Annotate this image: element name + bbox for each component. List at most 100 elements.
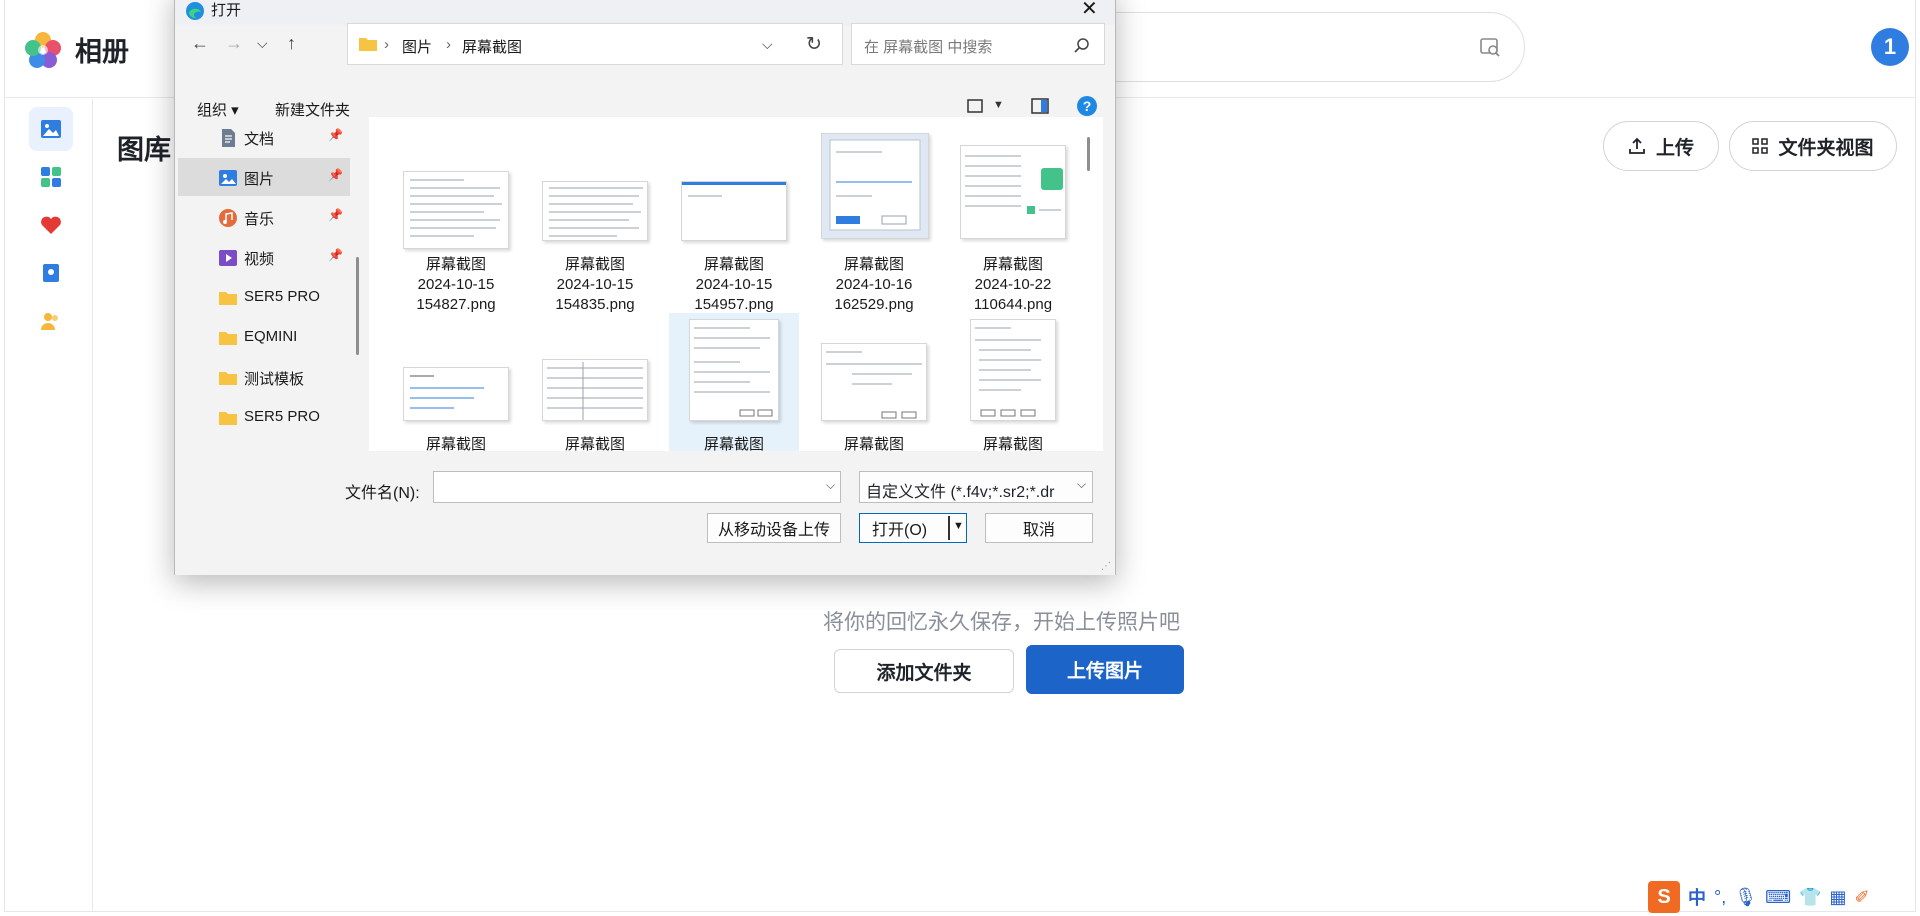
image-icon [41,120,61,138]
image-search-icon[interactable] [1479,36,1501,58]
file-thumbnail [960,145,1066,239]
file-item[interactable]: 屏幕截图 [948,313,1078,451]
view-mode-icon[interactable] [967,99,983,113]
add-folder-button[interactable]: 添加文件夹 [834,649,1014,693]
forward-arrow-icon[interactable]: → [225,33,243,53]
photo-search-input[interactable] [1065,12,1525,82]
dialog-title: 打开 [211,2,242,19]
nav-item-folder[interactable]: SER5 PRO [178,278,350,316]
sidebar-item-memories[interactable] [29,251,73,295]
address-bar[interactable]: › 图片 › 屏幕截图 ⌵ ↻ [347,23,843,65]
file-item[interactable]: 屏幕截图 [391,313,521,451]
nav-item-folder[interactable]: EQMINI [178,318,350,356]
filename-input[interactable]: ⌵ [433,471,841,503]
pictures-icon [219,170,237,186]
file-list-scrollbar[interactable] [1087,137,1090,171]
filename-dropdown-chevron-icon[interactable]: ⌵ [826,478,835,493]
nav-item-folder[interactable]: SER5 PRO [178,398,350,436]
file-name-line: 屏幕截图 [564,256,625,273]
file-name-line: 屏幕截图 [564,436,625,451]
nav-item-label: SER5 PRO [244,288,320,305]
file-type-filter-value: 自定义文件 (*.f4v;*.sr2;*.dr [866,484,1055,501]
file-item-selected[interactable]: 屏幕截图 [669,313,799,451]
user-avatar[interactable]: 1 [1871,28,1909,66]
close-icon[interactable]: ✕ [1081,0,1098,19]
upload-image-button[interactable]: 上传图片 [1026,645,1184,694]
file-item[interactable]: 屏幕截图 2024-10-22 110644.png [948,127,1078,313]
preview-pane-icon[interactable] [1031,97,1049,115]
document-icon [222,129,235,147]
sidebar-item-favorites[interactable] [29,203,73,247]
file-name-line: 2024-10-16 [835,276,913,293]
folder-icon [219,372,237,385]
file-item[interactable]: 屏幕截图 2024-10-15 154957.png [669,127,799,313]
breadcrumb-item-screenshots[interactable]: 屏幕截图 [462,36,522,57]
up-arrow-icon[interactable]: ↑ [287,33,296,53]
nav-pane-scrollbar[interactable] [356,257,359,355]
nav-item-documents[interactable]: 文档 📌 [178,118,350,156]
file-thumbnail [542,359,648,421]
sidebar-item-people[interactable] [29,299,73,343]
open-options-chevron-icon[interactable]: ▼ [953,520,964,532]
sidebar-item-albums[interactable] [29,155,73,199]
nav-item-pictures[interactable]: 图片 📌 [178,158,350,196]
view-mode-chevron-icon[interactable]: ▼ [993,99,1004,111]
pin-icon[interactable]: 📌 [328,208,343,222]
pin-icon[interactable]: 📌 [328,128,343,142]
recent-locations-chevron-icon[interactable]: ⌵ [257,33,268,53]
file-name-line: 屏幕截图 [982,256,1043,273]
people-icon [41,313,58,330]
file-type-filter-select[interactable]: 自定义文件 (*.f4v;*.sr2;*.dr [859,471,1093,503]
resize-grip-icon[interactable]: ⋰ [1101,561,1111,572]
ime-mode-indicator[interactable]: 中 [1688,884,1706,910]
file-thumbnail [403,367,509,421]
file-item[interactable]: 屏幕截图 [809,313,939,451]
edge-browser-icon [186,2,204,20]
file-name-line: 2024-10-22 [974,276,1052,293]
address-dropdown-chevron-icon[interactable]: ⌵ [762,36,773,53]
sogou-ime-logo-icon[interactable]: S [1648,881,1680,913]
back-arrow-icon[interactable]: ← [191,33,209,53]
folder-icon [359,38,377,51]
nav-item-folder[interactable]: 测试模板 [178,358,350,396]
split-divider [948,516,950,540]
file-name-line: 屏幕截图 [703,436,764,451]
grid-icon [1752,138,1769,154]
file-name-line: 屏幕截图 [982,436,1043,451]
mascot-icon[interactable]: ✐ [1854,887,1869,908]
file-thumbnail [542,181,648,241]
open-button[interactable]: 打开(O) ▼ [859,513,967,543]
file-item[interactable]: 屏幕截图 [530,313,660,451]
microphone-icon[interactable]: 🎙 [1734,887,1757,908]
file-name-line: 屏幕截图 [843,436,904,451]
punctuation-icon[interactable]: °, [1714,887,1726,908]
ime-toolbar: S 中 °, 🎙 ⌨ 👕 ▦ ✐ [1648,878,1920,916]
keyboard-icon[interactable]: ⌨ [1765,887,1791,908]
file-item[interactable]: 屏幕截图 2024-10-16 162529.png [809,127,939,313]
toolbox-icon[interactable]: ▦ [1829,887,1846,908]
upload-from-mobile-button[interactable]: 从移动设备上传 [707,513,841,543]
folder-view-button[interactable]: 文件夹视图 [1729,121,1897,171]
file-item[interactable]: 屏幕截图 2024-10-15 154827.png [391,127,521,313]
cancel-button[interactable]: 取消 [985,513,1093,543]
breadcrumb-item-pictures[interactable]: 图片 [402,36,432,57]
filter-dropdown-chevron-icon[interactable]: ⌵ [1077,477,1086,492]
nav-item-music[interactable]: 音乐 📌 [178,198,350,236]
file-name-line: 154957.png [694,296,774,313]
upload-button[interactable]: 上传 [1603,121,1719,171]
file-item[interactable]: 屏幕截图 2024-10-15 154835.png [530,127,660,313]
video-icon [219,250,237,266]
pin-icon[interactable]: 📌 [328,248,343,262]
nav-item-label: 音乐 [244,211,275,228]
refresh-icon[interactable]: ↻ [806,33,822,56]
help-icon[interactable]: ? [1077,96,1097,116]
page-title: 图库 [117,135,171,165]
nav-item-videos[interactable]: 视频 📌 [178,238,350,276]
skin-icon[interactable]: 👕 [1799,887,1821,908]
breadcrumb-separator: › [446,36,451,53]
file-name-line: 2024-10-15 [556,276,634,293]
sidebar-item-gallery[interactable] [29,107,73,151]
dialog-search-input[interactable]: 在 屏幕截图 中搜索 [851,23,1105,65]
pin-icon[interactable]: 📌 [328,168,343,182]
music-icon [219,209,237,227]
